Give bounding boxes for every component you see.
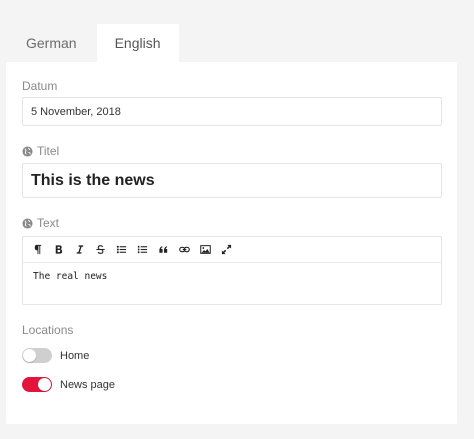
italic-icon[interactable] xyxy=(69,240,90,260)
news-page-toggle[interactable] xyxy=(22,377,52,392)
strikethrough-icon[interactable] xyxy=(90,240,111,260)
home-toggle[interactable] xyxy=(22,348,52,363)
image-icon[interactable] xyxy=(195,240,216,260)
form-panel: Datum 5 November, 2018 Titel This is the… xyxy=(6,62,457,424)
home-toggle-label: Home xyxy=(60,349,90,362)
bold-icon[interactable] xyxy=(48,240,69,260)
paragraph-icon[interactable] xyxy=(27,240,48,260)
tab-english[interactable]: English xyxy=(96,24,179,62)
date-label-text: Datum xyxy=(22,79,58,93)
title-label: Titel xyxy=(22,144,59,158)
location-home-row: Home xyxy=(22,348,89,363)
title-value: This is the news xyxy=(31,171,155,189)
locations-label-text: Locations xyxy=(22,323,74,337)
language-tabs: German English xyxy=(6,24,179,62)
date-value: 5 November, 2018 xyxy=(31,105,121,118)
tab-german[interactable]: German xyxy=(6,24,97,62)
globe-icon xyxy=(22,217,33,229)
date-label: Datum xyxy=(22,79,57,93)
title-label-text: Titel xyxy=(37,144,60,158)
locations-label: Locations xyxy=(22,323,73,337)
date-input[interactable]: 5 November, 2018 xyxy=(22,97,442,126)
toggle-knob xyxy=(23,349,36,362)
editor-toolbar xyxy=(23,237,441,263)
link-icon[interactable] xyxy=(174,240,195,260)
globe-icon xyxy=(22,145,33,157)
editor-content[interactable]: The real news xyxy=(23,263,441,290)
quote-icon[interactable] xyxy=(153,240,174,260)
text-label-text: Text xyxy=(37,216,60,230)
location-news-page-row: News page xyxy=(22,377,115,392)
page-background: German English Datum 5 November, 2018 Ti… xyxy=(0,0,474,439)
toggle-knob xyxy=(38,378,51,391)
bullet-list-icon[interactable] xyxy=(111,240,132,260)
text-label: Text xyxy=(22,216,59,230)
title-input[interactable]: This is the news xyxy=(22,163,442,198)
rich-text-editor: The real news xyxy=(22,236,442,305)
editor-text: The real news xyxy=(33,271,108,282)
fullscreen-icon[interactable] xyxy=(216,240,237,260)
ordered-list-icon[interactable] xyxy=(132,240,153,260)
news-page-toggle-label: News page xyxy=(60,378,116,391)
